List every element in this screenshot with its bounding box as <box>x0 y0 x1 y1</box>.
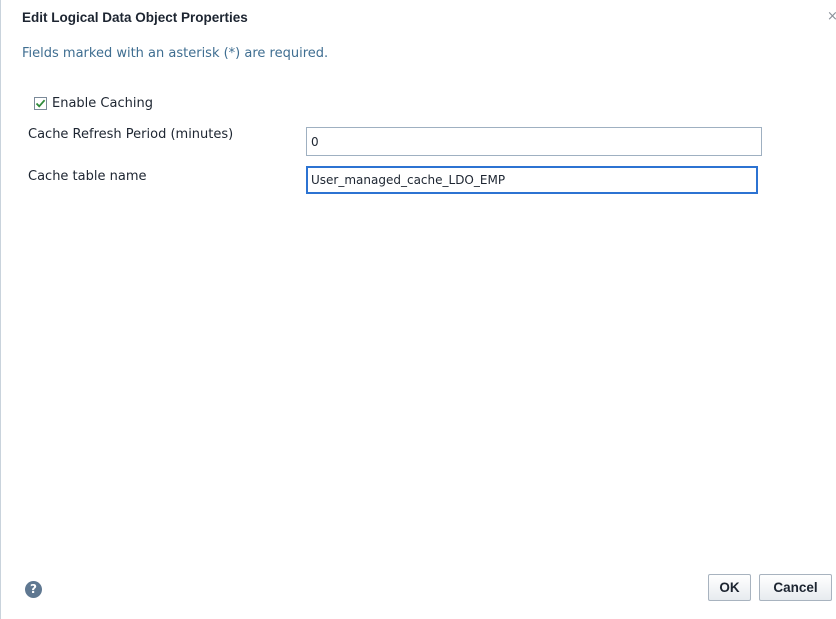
ok-button[interactable]: OK <box>708 574 751 601</box>
enable-caching-label: Enable Caching <box>52 95 153 111</box>
help-icon[interactable]: ? <box>25 581 42 598</box>
cache-refresh-period-input[interactable] <box>306 127 762 156</box>
cache-table-name-label: Cache table name <box>28 169 147 184</box>
edit-ldo-properties-dialog: Edit Logical Data Object Properties × Fi… <box>0 0 836 619</box>
close-icon[interactable]: × <box>827 9 836 25</box>
cache-table-name-input[interactable] <box>306 166 758 194</box>
enable-caching-row: Enable Caching <box>34 94 153 112</box>
cancel-button[interactable]: Cancel <box>759 574 832 601</box>
dialog-titlebar: Edit Logical Data Object Properties × <box>1 0 836 33</box>
enable-caching-checkbox[interactable] <box>34 96 47 110</box>
checkmark-icon <box>35 99 46 108</box>
required-fields-note: Fields marked with an asterisk (*) are r… <box>22 46 329 61</box>
dialog-title: Edit Logical Data Object Properties <box>22 10 248 25</box>
cache-refresh-period-label: Cache Refresh Period (minutes) <box>28 127 234 142</box>
